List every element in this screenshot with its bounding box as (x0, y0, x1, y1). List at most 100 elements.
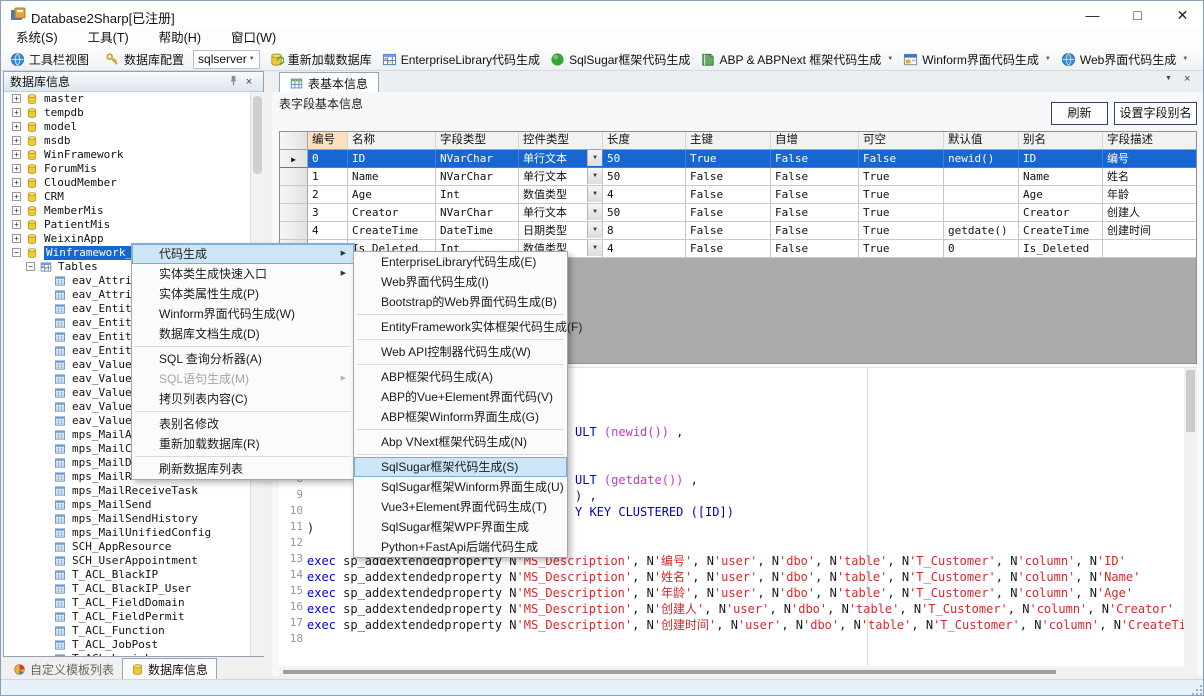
grid-cell[interactable]: 年龄 (1103, 186, 1197, 204)
toolbar-button-工具栏视图[interactable]: 工具栏视图 (5, 49, 94, 70)
context-menu-item-实体类生成快速入口[interactable]: 实体类生成快速入口▶ (132, 264, 354, 284)
combo-dropdown-button[interactable]: ▼ (587, 204, 602, 220)
grid-cell[interactable]: Is_Deleted (1019, 240, 1103, 258)
grid-column-header-长度[interactable]: 长度 (603, 132, 686, 150)
grid-cell[interactable]: False (686, 186, 771, 204)
grid-cell[interactable]: 编号 (1103, 150, 1197, 168)
toolbar-button-SqlSugar框架代码生成[interactable]: SqlSugar框架代码生成 (545, 49, 695, 70)
submenu-item-Abp VNext框架代码生成(N)[interactable]: Abp VNext框架代码生成(N) (354, 432, 567, 452)
grid-row-0[interactable]: ▶0IDNVarChar单行文本▼50TrueFalseFalsenewid()… (280, 150, 1197, 168)
combo-dropdown-button[interactable]: ▼ (587, 150, 602, 166)
grid-column-header-名称[interactable]: 名称 (348, 132, 436, 150)
sql-vertical-scrollbar-thumb[interactable] (1186, 370, 1195, 432)
grid-cell[interactable]: True (859, 222, 944, 240)
dropdown-arrow-icon[interactable]: ▼ (887, 56, 893, 62)
dock-tab-数据库信息[interactable]: 数据库信息 (122, 658, 217, 679)
grid-column-header-别名[interactable]: 别名 (1019, 132, 1103, 150)
grid-cell[interactable]: True (859, 186, 944, 204)
grid-cell[interactable]: True (859, 168, 944, 186)
grid-cell[interactable]: 2 (308, 186, 348, 204)
grid-cell[interactable]: ID (1019, 150, 1103, 168)
submenu-item-Web界面代码生成(I)[interactable]: Web界面代码生成(I) (354, 272, 567, 292)
expand-icon[interactable]: + (12, 192, 21, 201)
grid-cell[interactable]: False (771, 168, 859, 186)
grid-cell[interactable]: ID (348, 150, 436, 168)
expand-icon[interactable]: + (12, 108, 21, 117)
combo-dropdown-button[interactable]: ▼ (587, 240, 602, 256)
grid-cell[interactable]: Age (1019, 186, 1103, 204)
grid-column-header-字段描述[interactable]: 字段描述 (1103, 132, 1197, 150)
menubar-item-2[interactable]: 帮助(H) (144, 29, 216, 48)
grid-cell[interactable]: False (686, 204, 771, 222)
context-menu-item-SQL 查询分析器(A)[interactable]: SQL 查询分析器(A) (132, 349, 354, 369)
dropdown-arrow-icon[interactable]: ▼ (1045, 56, 1051, 62)
grid-cell[interactable]: 单行文本▼ (519, 150, 603, 168)
toolbar-button-ABP & ABPNext 框架代码生成[interactable]: ABP & ABPNext 框架代码生成▼ (695, 49, 898, 70)
grid-cell[interactable]: Name (1019, 168, 1103, 186)
grid-cell[interactable]: 0 (944, 240, 1019, 258)
grid-cell[interactable]: False (771, 204, 859, 222)
close-button[interactable]: ✕ (1160, 1, 1204, 29)
collapse-icon[interactable]: − (26, 262, 35, 271)
sql-vertical-scrollbar[interactable] (1184, 368, 1197, 666)
db-type-combobox[interactable]: sqlserver▼ (193, 50, 260, 69)
submenu-item-EnterpriseLibrary代码生成(E)[interactable]: EnterpriseLibrary代码生成(E) (354, 252, 567, 272)
dropdown-arrow-icon[interactable]: ▼ (1182, 56, 1188, 62)
panel-close-icon[interactable]: × (241, 76, 257, 88)
grid-column-header-可空[interactable]: 可空 (859, 132, 944, 150)
toolbar-button-EnterpriseLibrary代码生成[interactable]: EnterpriseLibrary代码生成 (377, 49, 545, 70)
grid-cell[interactable]: DateTime (436, 222, 519, 240)
grid-row-3[interactable]: 3CreatorNVarChar单行文本▼50FalseFalseTrueCre… (280, 204, 1197, 222)
context-menu-item-数据库文档生成(D)[interactable]: 数据库文档生成(D) (132, 324, 354, 344)
grid-column-header-自增[interactable]: 自增 (771, 132, 859, 150)
menubar-item-0[interactable]: 系统(S) (1, 29, 73, 48)
grid-cell[interactable]: False (686, 240, 771, 258)
grid-cell[interactable]: Int (436, 186, 519, 204)
row-selector[interactable] (280, 222, 308, 240)
maximize-button[interactable]: □ (1115, 1, 1160, 29)
row-selector[interactable] (280, 204, 308, 222)
grid-cell[interactable]: False (771, 222, 859, 240)
grid-column-header-编号[interactable]: 编号 (308, 132, 348, 150)
menubar-item-1[interactable]: 工具(T) (73, 29, 144, 48)
tab-close-icon[interactable]: × (1184, 73, 1190, 85)
grid-cell[interactable]: Creator (348, 204, 436, 222)
grid-cell[interactable]: False (859, 150, 944, 168)
grid-cell[interactable]: Age (348, 186, 436, 204)
grid-column-header-字段类型[interactable]: 字段类型 (436, 132, 519, 150)
toolbar-button-退出[interactable]: 退出 (1199, 49, 1204, 70)
tab-table-basic-info[interactable]: 表基本信息 (279, 72, 379, 93)
refresh-button[interactable]: 刷新 (1051, 102, 1108, 125)
sql-horizontal-scrollbar[interactable] (279, 667, 1197, 677)
context-menu-item-实体类属性生成(P)[interactable]: 实体类属性生成(P) (132, 284, 354, 304)
grid-row-1[interactable]: 1NameNVarChar单行文本▼50FalseFalseTrueName姓名 (280, 168, 1197, 186)
minimize-button[interactable]: — (1070, 1, 1115, 29)
combo-dropdown-button[interactable]: ▼ (587, 186, 602, 202)
grid-cell[interactable]: CreateTime (1019, 222, 1103, 240)
grid-cell[interactable]: 50 (603, 168, 686, 186)
tab-list-dropdown-icon[interactable]: ▼ (1165, 75, 1172, 82)
grid-column-header-控件类型[interactable]: 控件类型 (519, 132, 603, 150)
dock-tab-自定义模板列表[interactable]: 自定义模板列表 (5, 659, 122, 679)
grid-cell[interactable]: 0 (308, 150, 348, 168)
grid-cell[interactable]: 8 (603, 222, 686, 240)
submenu-item-ABP框架代码生成(A)[interactable]: ABP框架代码生成(A) (354, 367, 567, 387)
set-field-alias-button[interactable]: 设置字段别名 (1114, 102, 1197, 125)
grid-cell[interactable]: False (771, 150, 859, 168)
grid-cell[interactable] (944, 186, 1019, 204)
grid-cell[interactable] (944, 204, 1019, 222)
grid-cell[interactable]: NVarChar (436, 204, 519, 222)
expand-icon[interactable]: + (12, 220, 21, 229)
grid-cell[interactable]: 日期类型▼ (519, 222, 603, 240)
submenu-item-EntityFramework实体框架代码生成(F)[interactable]: EntityFramework实体框架代码生成(F) (354, 317, 567, 337)
grid-cell[interactable]: 单行文本▼ (519, 204, 603, 222)
grid-cell[interactable] (1103, 240, 1197, 258)
context-menu-item-重新加载数据库(R)[interactable]: 重新加载数据库(R) (132, 434, 354, 454)
submenu-item-ABP框架Winform界面生成(G)[interactable]: ABP框架Winform界面生成(G) (354, 407, 567, 427)
grid-cell[interactable]: 4 (308, 222, 348, 240)
grid-cell[interactable]: 创建时间 (1103, 222, 1197, 240)
grid-cell[interactable]: 数值类型▼ (519, 186, 603, 204)
grid-cell[interactable]: False (771, 186, 859, 204)
submenu-item-SqlSugar框架WPF界面生成[interactable]: SqlSugar框架WPF界面生成 (354, 517, 567, 537)
grid-cell[interactable]: False (686, 222, 771, 240)
